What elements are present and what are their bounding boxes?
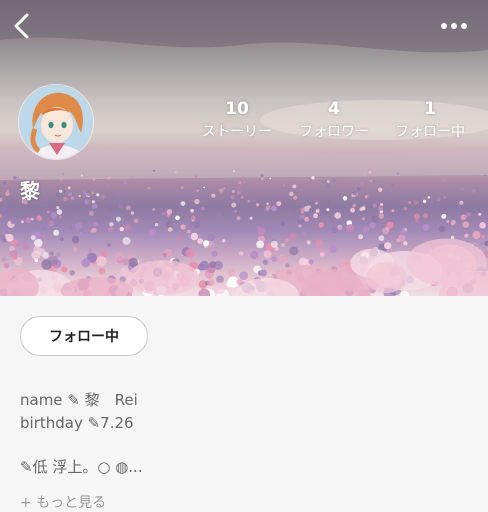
- following-count: 1: [424, 99, 436, 119]
- following-button[interactable]: フォロー中: [20, 316, 148, 356]
- avatar-illustration: [19, 85, 93, 159]
- more-options-icon[interactable]: [436, 14, 472, 38]
- stat-following[interactable]: 1 フォロー中: [382, 98, 478, 142]
- stat-stories[interactable]: 10 ストーリー: [189, 98, 285, 142]
- followers-count: 4: [328, 99, 340, 119]
- bio-line-birthday: birthday ✎7.26: [20, 414, 134, 432]
- avatar[interactable]: [18, 84, 94, 160]
- back-chevron-icon[interactable]: [8, 10, 36, 42]
- bio-line-name: name ✎ 黎 Rei: [20, 391, 138, 409]
- show-more-link[interactable]: + もっと見る: [20, 492, 106, 512]
- stories-count: 10: [225, 99, 249, 119]
- stories-label: ストーリー: [202, 124, 272, 140]
- profile-bio: name ✎ 黎 Rei birthday ✎7.26 ✎低 浮上。○ ◍...: [20, 389, 143, 479]
- cover-image: 10 ストーリー 4 フォロワー 1 フォロー中 黎: [0, 0, 488, 296]
- following-label: フォロー中: [395, 124, 465, 140]
- followers-label: フォロワー: [299, 124, 369, 140]
- bio-line-status: ✎低 浮上。○ ◍...: [20, 458, 143, 476]
- stat-followers[interactable]: 4 フォロワー: [286, 98, 382, 142]
- profile-name: 黎: [20, 179, 40, 203]
